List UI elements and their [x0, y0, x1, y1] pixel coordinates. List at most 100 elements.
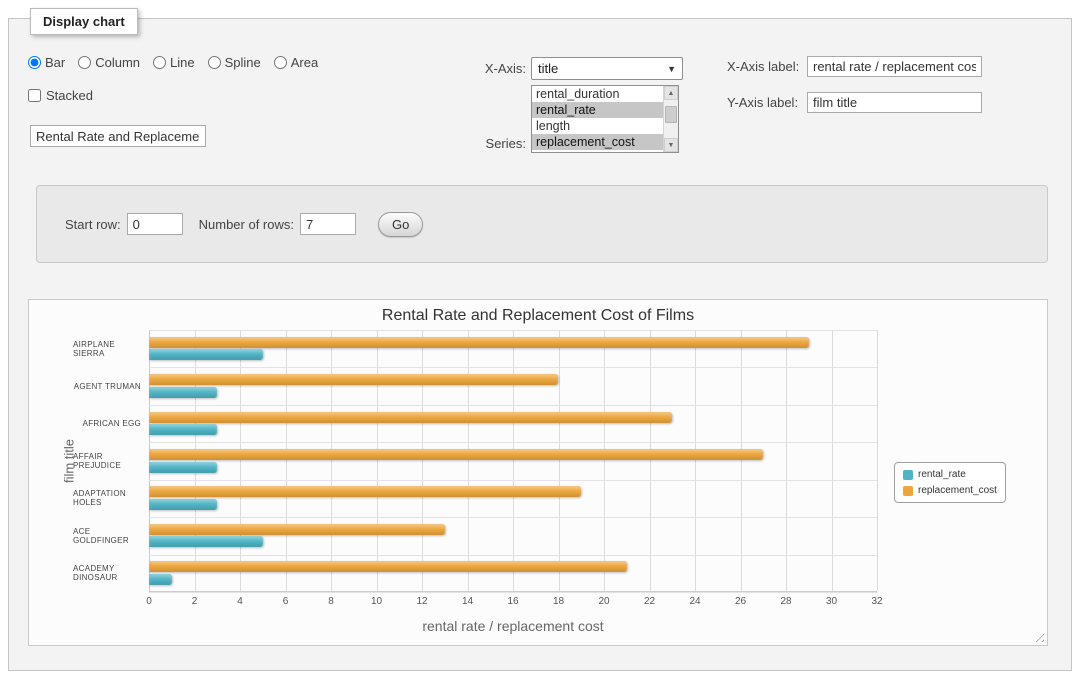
bar-replacement_cost[interactable] — [149, 412, 672, 423]
gridline — [377, 330, 378, 591]
scroll-track[interactable] — [664, 100, 678, 138]
scroll-down-button[interactable]: ▼ — [664, 138, 678, 152]
tick-label: 8 — [328, 596, 334, 607]
xaxis-selected-value: title — [538, 61, 558, 76]
bar-rental_rate[interactable] — [149, 462, 217, 473]
gridline — [559, 330, 560, 591]
series-option-length[interactable]: length — [532, 118, 663, 134]
series-scrollbar[interactable]: ▲ ▼ — [663, 86, 678, 152]
radio-label: Area — [291, 55, 318, 70]
radio-input-line[interactable] — [153, 56, 166, 69]
plot-area — [149, 330, 877, 592]
row-divider — [149, 480, 877, 481]
category-label: AFFAIR PREJUDICE — [73, 442, 149, 479]
scroll-thumb[interactable] — [665, 106, 677, 123]
chart-type-radio-column[interactable]: Column — [78, 55, 140, 70]
bar-replacement_cost[interactable] — [149, 561, 627, 572]
radio-label: Bar — [45, 55, 65, 70]
bar-replacement_cost[interactable] — [149, 374, 558, 385]
chart-legend: rental_rate replacement_cost — [894, 462, 1006, 503]
xaxis-label-label: X-Axis label: — [727, 59, 801, 74]
yaxis-label-row: Y-Axis label: — [727, 92, 982, 113]
gridline — [149, 330, 150, 591]
start-row-label: Start row: — [65, 217, 121, 232]
xaxis-label-input[interactable] — [807, 56, 982, 77]
series-option-rental_rate[interactable]: rental_rate — [532, 102, 663, 118]
tick-label: 0 — [146, 596, 152, 607]
bar-rental_rate[interactable] — [149, 499, 217, 510]
bar-replacement_cost[interactable] — [149, 337, 809, 348]
num-rows-input[interactable] — [300, 213, 356, 235]
bar-replacement_cost[interactable] — [149, 524, 445, 535]
series-multiselect[interactable]: rental_durationrental_ratelengthreplacem… — [531, 85, 679, 153]
stacked-checkbox-row[interactable]: Stacked — [28, 88, 93, 103]
xaxis-title: rental rate / replacement cost — [149, 618, 877, 634]
row-divider — [149, 555, 877, 556]
chart-type-radio-spline[interactable]: Spline — [208, 55, 261, 70]
radio-label: Line — [170, 55, 195, 70]
chart-type-radio-line[interactable]: Line — [153, 55, 195, 70]
gridline — [422, 330, 423, 591]
radio-input-area[interactable] — [274, 56, 287, 69]
yaxis-label-label: Y-Axis label: — [727, 95, 801, 110]
bar-rental_rate[interactable] — [149, 387, 217, 398]
bar-rental_rate[interactable] — [149, 424, 217, 435]
legend-swatch-icon — [903, 486, 913, 496]
row-divider — [149, 330, 877, 331]
gridline — [286, 330, 287, 591]
xaxis-select-label: X-Axis: — [450, 61, 526, 76]
bar-rental_rate[interactable] — [149, 349, 263, 360]
panel-title: Display chart — [30, 8, 138, 35]
xaxis-select-row: X-Axis: title ▼ — [450, 57, 683, 80]
tick-label: 28 — [780, 596, 791, 607]
tick-label: 22 — [644, 596, 655, 607]
row-divider — [149, 367, 877, 368]
category-label: ACADEMY DINOSAUR — [73, 555, 149, 592]
tick-label: 24 — [689, 596, 700, 607]
chart-type-radio-group: Bar Column Line Spline Area — [28, 55, 318, 70]
row-range-panel: Start row: Number of rows: Go — [36, 185, 1048, 263]
go-button[interactable]: Go — [378, 212, 423, 237]
bar-rental_rate[interactable] — [149, 574, 172, 585]
radio-input-column[interactable] — [78, 56, 91, 69]
tick-label: 32 — [871, 596, 882, 607]
legend-entry-rental_rate[interactable]: rental_rate — [903, 469, 997, 480]
category-label: AGENT TRUMAN — [73, 367, 149, 404]
start-row-input[interactable] — [127, 213, 183, 235]
gridline — [832, 330, 833, 591]
bar-rental_rate[interactable] — [149, 536, 263, 547]
scroll-up-button[interactable]: ▲ — [664, 86, 678, 100]
row-divider — [149, 517, 877, 518]
radio-input-bar[interactable] — [28, 56, 41, 69]
tick-label: 26 — [735, 596, 746, 607]
row-divider — [149, 592, 877, 593]
gridline — [695, 330, 696, 591]
radio-label: Spline — [225, 55, 261, 70]
gridline — [240, 330, 241, 591]
chart-title: Rental Rate and Replacement Cost of Film… — [29, 307, 1047, 325]
legend-entry-replacement_cost[interactable]: replacement_cost — [903, 485, 997, 496]
series-option-rental_duration[interactable]: rental_duration — [532, 86, 663, 102]
bar-replacement_cost[interactable] — [149, 449, 763, 460]
tick-label: 20 — [598, 596, 609, 607]
tick-label: 30 — [826, 596, 837, 607]
legend-label: replacement_cost — [918, 485, 997, 496]
tick-label: 12 — [416, 596, 427, 607]
stacked-label: Stacked — [46, 88, 93, 103]
resize-handle-icon[interactable] — [1032, 630, 1044, 642]
stacked-checkbox[interactable] — [28, 89, 41, 102]
gridline — [650, 330, 651, 591]
category-label: AFRICAN EGG — [73, 405, 149, 442]
bar-replacement_cost[interactable] — [149, 486, 581, 497]
yaxis-label-input[interactable] — [807, 92, 982, 113]
row-divider — [149, 442, 877, 443]
chart-type-radio-area[interactable]: Area — [274, 55, 318, 70]
chart-title-input[interactable] — [30, 125, 206, 147]
radio-input-spline[interactable] — [208, 56, 221, 69]
chart-type-radio-bar[interactable]: Bar — [28, 55, 65, 70]
tick-label: 10 — [371, 596, 382, 607]
series-option-replacement_cost[interactable]: replacement_cost — [532, 134, 663, 150]
xaxis-select[interactable]: title ▼ — [531, 57, 683, 80]
gridline — [331, 330, 332, 591]
chart-container: Rental Rate and Replacement Cost of Film… — [28, 299, 1048, 646]
